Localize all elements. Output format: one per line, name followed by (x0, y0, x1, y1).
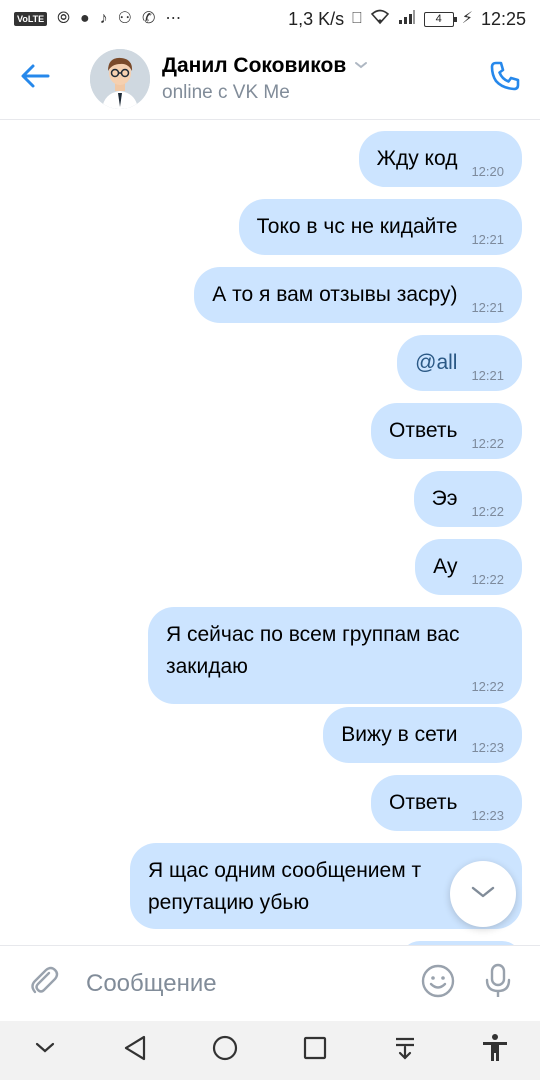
message-bubble[interactable]: Ответь 12:22 (371, 403, 522, 459)
avatar[interactable] (90, 48, 150, 109)
nav-back-button[interactable] (105, 1021, 165, 1080)
accessibility-icon (481, 1033, 509, 1068)
message-composer (0, 945, 540, 1021)
message-time: 12:21 (471, 300, 504, 315)
scroll-down-button[interactable] (450, 861, 516, 927)
triangle-back-icon (123, 1035, 147, 1066)
message-time: 12:20 (471, 164, 504, 179)
message-time: 12:21 (471, 368, 504, 383)
smile-icon (420, 963, 456, 1004)
message-bubble[interactable]: А то я вам отзывы засру) 12:21 (194, 267, 522, 323)
hide-nav-button[interactable] (15, 1021, 75, 1080)
online-status: online с VK Me (162, 81, 290, 103)
chat-title-block[interactable]: Данил Соковиков online с VK Me (162, 54, 368, 104)
message-text: Ээ (431, 487, 458, 510)
voice-message-button[interactable] (468, 962, 528, 1005)
charging-icon: ⚡ (461, 10, 473, 27)
message-time: 12:22 (471, 679, 504, 694)
rss-icon: ⦾ (57, 10, 70, 27)
contact-name: Данил Соковиков (162, 53, 347, 77)
message-text: Токо в чс не кидайте (256, 215, 458, 238)
message-bubble[interactable]: @all 12:21 (397, 335, 522, 391)
message-text-line: Я щас одним сообщением т (148, 859, 422, 882)
circle-home-icon (211, 1034, 239, 1067)
microphone-icon (483, 962, 513, 1005)
message-time: 12:21 (471, 232, 504, 247)
network-speed: 1,3 K/s (288, 8, 345, 29)
message-time: 12:23 (471, 808, 504, 823)
vibrate-icon: ⎕ (352, 10, 362, 27)
battery-icon: 4 (423, 11, 457, 27)
status-left-icons: VoLTE ⦾ ● ♪ ⚇ ✆ ⋯ (14, 11, 181, 27)
people-icon: ⚇ (117, 10, 132, 27)
message-time: 12:22 (471, 572, 504, 587)
nav-recents-button[interactable] (285, 1021, 345, 1080)
chat-header: Данил Соковиков online с VK Me (0, 38, 540, 120)
message-bubble[interactable]: Токо в чс не кидайте 12:21 (238, 199, 522, 255)
message-text: А то я вам отзывы засру) (212, 283, 458, 306)
message-bubble[interactable]: Жду код 12:20 (358, 131, 522, 187)
message-bubble[interactable]: Ау 12:22 (415, 539, 522, 595)
message-input[interactable] (86, 969, 408, 998)
message-bubble[interactable]: Ээ 12:22 (413, 471, 522, 527)
message-text: Жду код (376, 147, 458, 170)
message-bubble[interactable]: Я сейчас по всем группам вас закидаю 12:… (148, 607, 522, 704)
viber-icon: ✆ (142, 10, 156, 27)
message-text-line: Я сейчас по всем группам вас (166, 623, 460, 646)
message-text: Ау (433, 555, 458, 578)
back-button[interactable] (0, 38, 70, 120)
paperclip-icon (27, 964, 61, 1003)
message-list[interactable]: Жду код 12:20 Токо в чс не кидайте 12:21… (0, 121, 540, 945)
signal-icon (398, 9, 416, 29)
accessibility-button[interactable] (465, 1021, 525, 1080)
mention-link[interactable]: @all (415, 347, 457, 379)
notification-shade-button[interactable] (375, 1021, 435, 1080)
message-text: Вижу в сети (341, 723, 458, 746)
status-time: 12:25 (480, 8, 526, 29)
emoji-button[interactable] (408, 963, 468, 1004)
chevron-down-icon (34, 1041, 56, 1060)
tiktok-icon: ♪ (99, 10, 108, 27)
volte-icon: VoLTE (14, 12, 48, 26)
more-notifications-icon: ⋯ (165, 10, 182, 27)
message-time: 12:22 (471, 436, 504, 451)
nav-home-button[interactable] (195, 1021, 255, 1080)
message-text: Ответь (389, 419, 458, 442)
pull-down-icon (393, 1035, 417, 1066)
status-bar: VoLTE ⦾ ● ♪ ⚇ ✆ ⋯ 1,3 K/s ⎕ 4 ⚡ 12:25 (0, 0, 540, 38)
system-nav-bar (0, 1021, 540, 1080)
phone-icon (488, 59, 522, 98)
call-button[interactable] (470, 38, 540, 120)
title-row: Данил Соковиков (162, 54, 368, 78)
message-time: 12:23 (471, 740, 504, 755)
status-right-icons: 1,3 K/s ⎕ 4 ⚡ 12:25 (288, 9, 526, 30)
message-time: 12:22 (471, 504, 504, 519)
message-text: Ответь (389, 791, 458, 814)
message-bubble[interactable]: Вижу в сети 12:23 (323, 707, 522, 763)
chevron-down-icon (470, 884, 496, 905)
message-text-line: репутацию убью (148, 891, 310, 914)
square-recents-icon (303, 1036, 327, 1065)
wifi-icon (370, 9, 390, 29)
app-notification-icon: ● (79, 10, 90, 27)
attach-button[interactable] (14, 964, 74, 1003)
arrow-left-icon (20, 63, 50, 94)
chevron-down-icon (354, 57, 368, 75)
message-bubble[interactable]: Ответь 12:23 (371, 775, 522, 831)
message-text-line: закидаю (166, 655, 248, 678)
